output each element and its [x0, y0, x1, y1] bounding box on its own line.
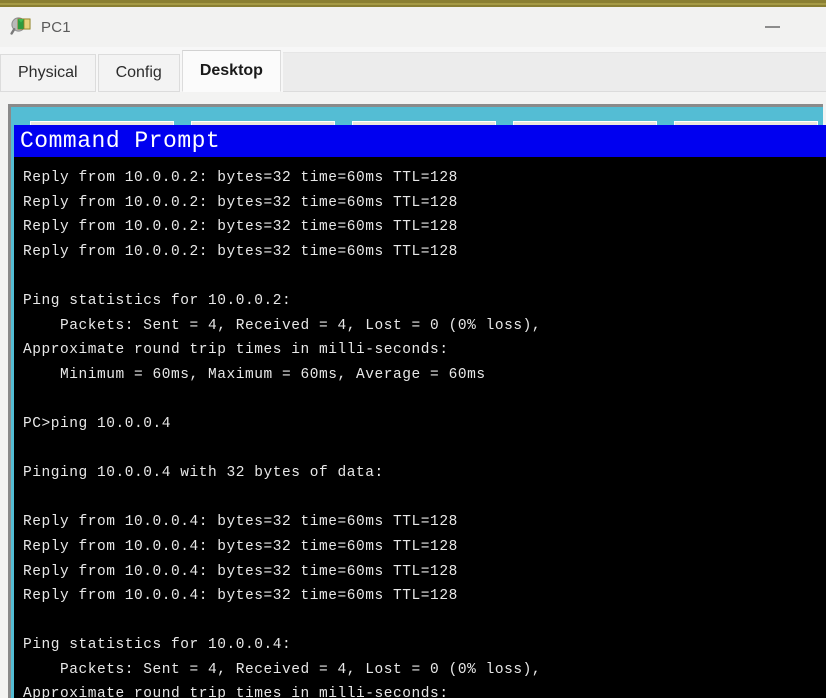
window-top-accent-line — [0, 3, 826, 5]
terminal-line: Ping statistics for 10.0.0.4: — [23, 637, 292, 654]
terminal-line: Reply from 10.0.0.4: bytes=32 time=60ms … — [23, 514, 458, 531]
terminal-line: Approximate round trip times in milli-se… — [23, 686, 449, 698]
window-title: PC1 — [41, 18, 71, 36]
terminal-line: Reply from 10.0.0.2: bytes=32 time=60ms … — [23, 243, 458, 260]
terminal-line: Ping statistics for 10.0.0.2: — [23, 292, 292, 309]
terminal-line: Reply from 10.0.0.2: bytes=32 time=60ms … — [23, 219, 458, 236]
tabstrip-filler — [282, 52, 826, 92]
command-prompt-output[interactable]: Reply from 10.0.0.2: bytes=32 time=60ms … — [14, 157, 826, 698]
minimize-button[interactable] — [758, 13, 786, 41]
device-window: PC1 Physical Config Desktop Command Prom… — [0, 0, 826, 698]
window-controls — [758, 7, 826, 47]
terminal-line: Packets: Sent = 4, Received = 4, Lost = … — [23, 661, 542, 678]
device-tabs: Physical Config Desktop — [0, 47, 826, 92]
minimize-icon — [764, 26, 780, 28]
desktop-panel: Command Prompt Reply from 10.0.0.2: byte… — [8, 104, 826, 698]
tab-desktop[interactable]: Desktop — [181, 50, 281, 92]
command-prompt-title: Command Prompt — [20, 127, 221, 154]
command-prompt-window: Command Prompt Reply from 10.0.0.2: byte… — [14, 125, 826, 698]
command-prompt-titlebar: Command Prompt — [14, 125, 826, 157]
terminal-line: Minimum = 60ms, Maximum = 60ms, Average … — [23, 366, 486, 383]
terminal-line: Reply from 10.0.0.4: bytes=32 time=60ms … — [23, 538, 458, 555]
terminal-line: Reply from 10.0.0.2: bytes=32 time=60ms … — [23, 170, 458, 186]
terminal-line: Pinging 10.0.0.4 with 32 bytes of data: — [23, 465, 384, 482]
terminal-line: PC>ping 10.0.0.4 — [23, 415, 172, 432]
terminal-line: Packets: Sent = 4, Received = 4, Lost = … — [23, 317, 542, 334]
window-titlebar: PC1 — [0, 7, 826, 47]
packet-tracer-pc-icon — [10, 16, 32, 38]
terminal-line: Approximate round trip times in milli-se… — [23, 342, 449, 359]
tab-physical[interactable]: Physical — [0, 54, 96, 92]
terminal-line: Reply from 10.0.0.4: bytes=32 time=60ms … — [23, 563, 458, 580]
tab-config[interactable]: Config — [97, 54, 180, 92]
terminal-line: Reply from 10.0.0.4: bytes=32 time=60ms … — [23, 588, 458, 605]
terminal-line: Reply from 10.0.0.2: bytes=32 time=60ms … — [23, 194, 458, 211]
